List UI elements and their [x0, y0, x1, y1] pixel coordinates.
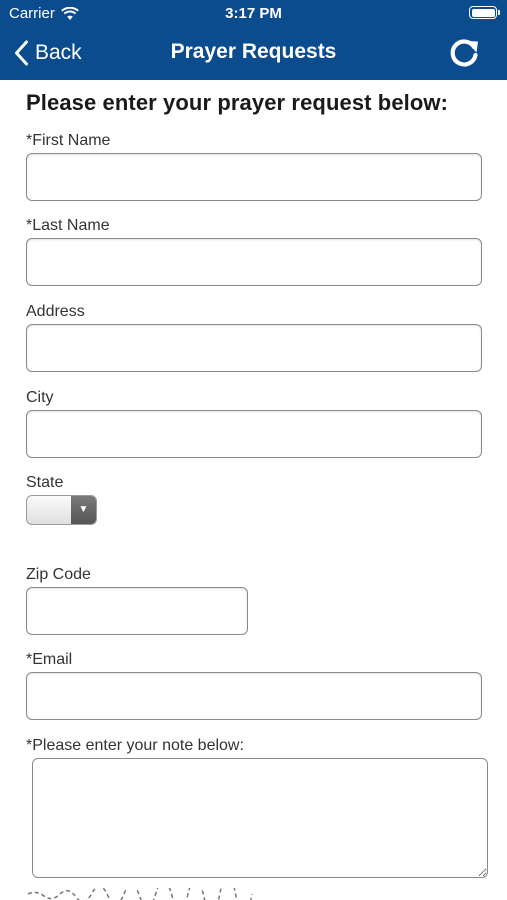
- zip-code-label: Zip Code: [26, 566, 91, 583]
- page-title: Prayer Requests: [170, 40, 337, 63]
- address-label: Address: [26, 303, 85, 320]
- zip-code-input[interactable]: [26, 587, 248, 635]
- dropdown-arrow-icon: ▼: [71, 496, 96, 524]
- refresh-icon[interactable]: [447, 37, 481, 69]
- note-textarea[interactable]: [32, 758, 488, 878]
- state-label: State: [26, 474, 64, 491]
- form-heading: Please enter your prayer request below:: [26, 90, 449, 115]
- first-name-input[interactable]: [26, 153, 482, 201]
- first-name-label: *First Name: [26, 132, 111, 149]
- email-input[interactable]: [26, 672, 482, 720]
- status-bar: Carrier 3:17 PM: [0, 0, 507, 28]
- captcha-image: [27, 888, 253, 900]
- address-input[interactable]: [26, 324, 482, 372]
- note-label: *Please enter your note below:: [26, 737, 244, 754]
- status-time: 3:17 PM: [225, 5, 282, 22]
- city-input[interactable]: [26, 410, 482, 458]
- navigation-bar: Back Prayer Requests: [0, 28, 507, 80]
- top-bar: Carrier 3:17 PM Back Prayer Requests: [0, 0, 507, 80]
- city-label: City: [26, 389, 54, 406]
- last-name-label: *Last Name: [26, 217, 110, 234]
- email-label: *Email: [26, 651, 73, 668]
- battery-icon: [469, 6, 500, 19]
- state-select[interactable]: ▼: [26, 495, 97, 525]
- last-name-input[interactable]: [26, 238, 482, 286]
